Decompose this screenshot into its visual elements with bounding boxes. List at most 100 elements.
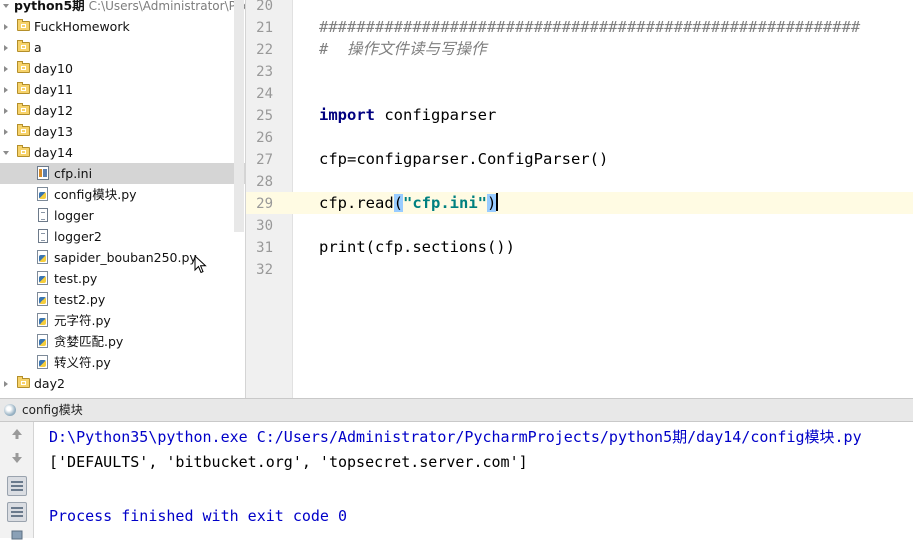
line-number: 29	[256, 196, 273, 212]
tree-item-label: logger2	[54, 229, 102, 244]
tree-item-label: sapider_bouban250.py	[54, 250, 197, 265]
code-line-31: print(cfp.sections())	[319, 238, 515, 256]
text-caret	[496, 193, 499, 211]
line-number: 28	[256, 174, 273, 190]
tree-item-fuckhomework[interactable]: FuckHomework	[0, 16, 245, 37]
tree-item-label: day12	[34, 103, 73, 118]
run-config-title: config模块	[22, 403, 83, 417]
tree-item-cfp-ini[interactable]: cfp.ini	[0, 163, 245, 184]
code-text: configparser	[375, 106, 497, 124]
chevron-right-icon[interactable]	[4, 66, 8, 72]
python-file-icon	[37, 334, 48, 348]
line-number: 23	[256, 64, 273, 80]
python-file-icon	[37, 250, 48, 264]
tree-item-label: day2	[34, 376, 65, 391]
line-number: 30	[256, 218, 273, 234]
code-line-27: cfp=configparser.ConfigParser()	[319, 150, 609, 168]
tree-root[interactable]: python5期C:\Users\Administrator\PycharmPr…	[0, 0, 245, 16]
chevron-right-icon[interactable]	[4, 129, 8, 135]
tree-item-day12[interactable]: day12	[0, 100, 245, 121]
python-file-icon	[37, 292, 48, 306]
line-number: 25	[256, 108, 273, 124]
tree-item-sapider[interactable]: sapider_bouban250.py	[0, 247, 245, 268]
line-number: 21	[256, 20, 273, 36]
tree-scrollbar[interactable]	[234, 0, 244, 232]
tree-item-day11[interactable]: day11	[0, 79, 245, 100]
tree-item-test[interactable]: test.py	[0, 268, 245, 289]
tree-item-label: day13	[34, 124, 73, 139]
code-line-29: cfp.read("cfp.ini")	[319, 192, 499, 214]
run-tool-header[interactable]: config模块	[0, 398, 913, 422]
line-number: 32	[256, 262, 273, 278]
tree-item-logger2[interactable]: logger2	[0, 226, 245, 247]
soft-wrap-icon[interactable]	[7, 476, 27, 496]
tree-item-label: test2.py	[54, 292, 106, 307]
chevron-right-icon[interactable]	[4, 87, 8, 93]
folder-icon	[17, 40, 30, 52]
chevron-right-icon[interactable]	[4, 108, 8, 114]
mouse-pointer-icon	[194, 255, 207, 274]
python-file-icon	[37, 355, 48, 369]
chevron-right-icon[interactable]	[4, 381, 8, 387]
tree-item-day13[interactable]: day13	[0, 121, 245, 142]
folder-open-icon	[17, 145, 30, 157]
tree-item-test2[interactable]: test2.py	[0, 289, 245, 310]
text-file-icon	[38, 208, 48, 222]
tree-item-label: FuckHomework	[34, 19, 130, 34]
chevron-down-icon[interactable]	[3, 151, 9, 155]
tree-item-label: day11	[34, 82, 73, 97]
tree-item-day14[interactable]: day14	[0, 142, 245, 163]
tree-item-label: 贪婪匹配.py	[54, 334, 124, 349]
code-line-22: # 操作文件读与写操作	[319, 40, 487, 58]
project-root-name: python5期	[14, 0, 85, 13]
folder-icon	[17, 376, 30, 388]
line-number: 24	[256, 86, 273, 102]
folder-icon	[17, 61, 30, 73]
tree-item-metachar[interactable]: 元字符.py	[0, 310, 245, 331]
tree-item-day2[interactable]: day2	[0, 373, 245, 394]
tree-item-label: 元字符.py	[54, 313, 111, 328]
python-file-icon	[37, 313, 48, 327]
python-file-icon	[37, 271, 48, 285]
brace-open: (	[393, 194, 403, 212]
scroll-to-end-icon[interactable]	[7, 502, 27, 522]
line-number: 20	[256, 0, 273, 14]
tree-item-config-module[interactable]: config模块.py	[0, 184, 245, 205]
chevron-right-icon[interactable]	[4, 24, 8, 30]
folder-icon	[17, 103, 30, 115]
chevron-down-icon[interactable]	[3, 4, 9, 8]
tree-item-label: test.py	[54, 271, 98, 286]
tree-item-escape[interactable]: 转义符.py	[0, 352, 245, 373]
code-text: cfp.read	[319, 194, 394, 212]
tree-item-a[interactable]: a	[0, 37, 245, 58]
run-toolbar	[0, 422, 34, 540]
chevron-right-icon[interactable]	[4, 45, 8, 51]
tree-item-greedy[interactable]: 贪婪匹配.py	[0, 331, 245, 352]
string-literal: "cfp.ini"	[403, 194, 487, 212]
tree-item-day10[interactable]: day10	[0, 58, 245, 79]
folder-icon	[17, 124, 30, 136]
line-number: 31	[256, 240, 273, 256]
line-number: 27	[256, 152, 273, 168]
line-number: 22	[256, 42, 273, 58]
text-file-icon	[38, 229, 48, 243]
tree-item-label: 转义符.py	[54, 355, 111, 370]
project-root-path: C:\Users\Administrator\PycharmProjects	[88, 0, 245, 13]
tree-item-label: day10	[34, 61, 73, 76]
code-line-25: import configparser	[319, 104, 496, 126]
ini-file-icon	[37, 166, 49, 180]
console-output: ['DEFAULTS', 'bitbucket.org', 'topsecret…	[49, 453, 528, 471]
folder-icon	[17, 19, 30, 31]
line-number: 26	[256, 130, 273, 146]
tree-item-label: logger	[54, 208, 94, 223]
up-arrow-icon[interactable]	[7, 426, 27, 446]
project-tree: python5期C:\Users\Administrator\PycharmPr…	[0, 0, 246, 398]
console-command-line[interactable]: D:\Python35\python.exe C:/Users/Administ…	[49, 426, 862, 447]
console-exit-message: Process finished with exit code 0	[49, 507, 348, 525]
tree-item-logger[interactable]: logger	[0, 205, 245, 226]
print-icon[interactable]	[7, 526, 27, 546]
tree-item-label: day14	[34, 145, 73, 160]
tree-item-label: cfp.ini	[54, 166, 93, 181]
down-arrow-icon[interactable]	[7, 450, 27, 470]
keyword-import: import	[319, 106, 375, 124]
